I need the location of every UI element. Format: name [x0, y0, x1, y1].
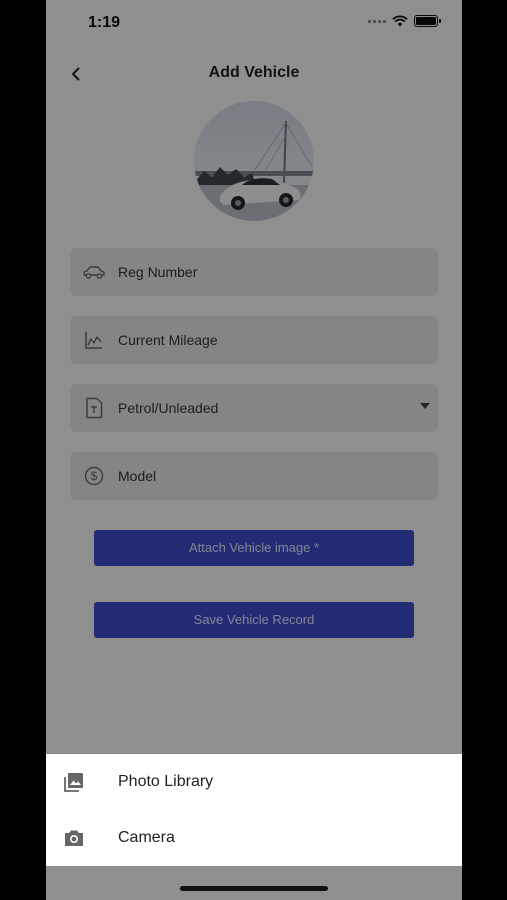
camera-label: Camera	[118, 829, 175, 846]
phone-frame: 1:19 Add Vehicle Reg Number Current Mile…	[46, 0, 462, 900]
photo-library-label: Photo Library	[118, 773, 214, 790]
home-indicator	[180, 886, 328, 891]
photo-library-icon	[62, 770, 86, 794]
image-source-action-sheet: Photo Library Camera	[46, 754, 462, 866]
camera-option[interactable]: Camera	[46, 810, 462, 866]
camera-icon	[62, 826, 86, 850]
photo-library-option[interactable]: Photo Library	[46, 754, 462, 810]
